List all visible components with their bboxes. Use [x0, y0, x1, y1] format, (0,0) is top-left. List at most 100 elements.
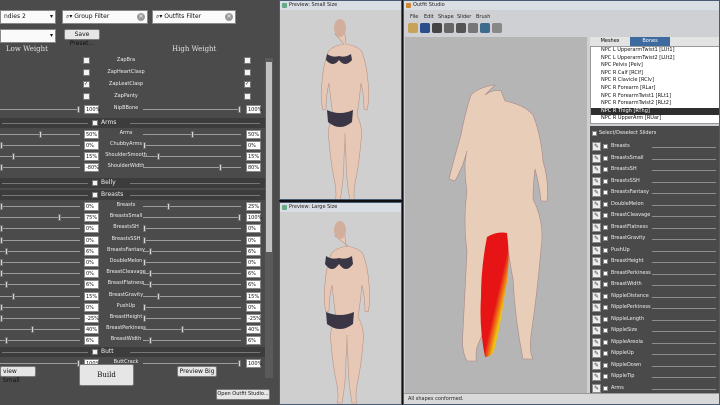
bone-item[interactable]: NPC R ForearmTwist1 [RLt1] [591, 93, 719, 101]
slider-checkbox[interactable] [603, 167, 608, 172]
high-value[interactable]: 100% [246, 105, 262, 114]
slider-checkbox[interactable] [603, 374, 608, 379]
high-value[interactable]: 0% [246, 258, 261, 267]
high-slider-thumb[interactable] [181, 326, 184, 334]
menu-shape[interactable]: Shape [438, 14, 454, 20]
edit-slider-icon[interactable]: ✎ [592, 268, 601, 278]
low-slider-track[interactable] [0, 145, 80, 146]
slider-track[interactable] [652, 296, 716, 298]
high-slider-track[interactable] [143, 306, 241, 308]
high-value[interactable]: 100% [246, 213, 262, 223]
high-slider-track[interactable] [143, 228, 241, 230]
slider-track[interactable] [652, 193, 716, 194]
low-zap-checkbox[interactable] [83, 57, 90, 64]
high-slider-thumb[interactable] [219, 164, 222, 171]
high-value[interactable]: 0% [246, 141, 261, 150]
bone-item[interactable]: NPC R Calf [RClf] [591, 70, 719, 78]
category-butt[interactable]: Butt [0, 346, 270, 357]
slider-checkbox[interactable] [603, 190, 608, 195]
category-checkbox[interactable] [92, 192, 98, 198]
slider-checkbox[interactable] [603, 247, 608, 253]
slider-track[interactable] [652, 308, 716, 309]
select-all-checkbox[interactable] [592, 131, 597, 136]
smooth-brush-icon[interactable] [468, 23, 478, 33]
slider-checkbox[interactable] [603, 224, 608, 230]
deflate-brush-icon[interactable] [444, 23, 454, 33]
slider-track[interactable] [652, 158, 716, 160]
high-slider-thumb[interactable] [148, 337, 152, 345]
high-value[interactable]: 6% [246, 280, 261, 290]
slider-track[interactable] [652, 342, 716, 344]
edit-slider-icon[interactable]: ✎ [592, 349, 601, 358]
category-belly[interactable]: Belly [0, 178, 270, 188]
low-slider-thumb[interactable] [30, 326, 34, 334]
high-slider-track[interactable] [143, 340, 241, 342]
low-slider-track[interactable] [0, 262, 80, 263]
high-slider-track[interactable] [143, 167, 241, 168]
high-slider-thumb[interactable] [143, 259, 146, 266]
edit-slider-icon[interactable]: ✎ [592, 291, 601, 301]
high-slider-thumb[interactable] [238, 359, 241, 367]
group-filter-input[interactable]: ⌕▾ Group Filter × [62, 10, 148, 24]
slider-track[interactable] [652, 354, 716, 355]
move-brush-icon[interactable] [456, 23, 466, 33]
high-slider-thumb[interactable] [166, 203, 170, 210]
slider-track[interactable] [652, 273, 716, 275]
category-checkbox[interactable] [92, 120, 98, 126]
outfits-filter-input[interactable]: ⌕▾ Outfits Filter × [152, 10, 236, 24]
body-model-large[interactable] [280, 212, 401, 404]
bone-item[interactable]: NPC R UpperArm [RUar] [591, 115, 719, 123]
3d-viewport[interactable] [405, 37, 587, 393]
edit-slider-icon[interactable]: ✎ [592, 245, 601, 255]
high-value[interactable]: 15% [246, 291, 261, 301]
slider-track[interactable] [652, 319, 716, 321]
high-slider-track[interactable] [143, 145, 241, 146]
low-slider-thumb[interactable] [0, 315, 3, 322]
edit-slider-icon[interactable]: ✎ [592, 199, 601, 209]
low-slider-track[interactable] [0, 228, 80, 230]
menu-edit[interactable]: Edit [424, 14, 434, 20]
bone-item[interactable]: NPC Pelvis [Pelv] [591, 62, 719, 70]
high-slider-thumb[interactable] [190, 131, 194, 138]
tab-meshes[interactable]: Meshes [590, 37, 630, 46]
slider-track[interactable] [652, 331, 716, 332]
high-value[interactable]: 15% [246, 152, 261, 161]
bone-item[interactable]: NPC L UpperarmTwist2 [LUt2] [591, 55, 719, 63]
low-slider-thumb[interactable] [0, 236, 3, 244]
slider-checkbox[interactable] [603, 144, 608, 149]
slider-checkbox[interactable] [603, 293, 608, 299]
slider-checkbox[interactable] [603, 155, 608, 161]
low-slider-thumb[interactable] [0, 303, 3, 311]
high-slider-thumb[interactable] [238, 106, 241, 113]
high-slider-track[interactable] [143, 318, 241, 319]
low-zap-checkbox[interactable] [83, 69, 90, 76]
high-slider-thumb[interactable] [143, 236, 146, 244]
slider-checkbox[interactable] [603, 362, 608, 368]
low-slider-track[interactable] [0, 284, 80, 286]
body-model-small[interactable] [280, 10, 401, 200]
low-slider-thumb[interactable] [0, 225, 3, 233]
high-value[interactable]: 0% [246, 235, 261, 245]
open-outfit-studio-button[interactable]: Open Outfit Studio... [216, 389, 270, 400]
high-value[interactable]: 6% [246, 269, 261, 279]
high-slider-thumb[interactable] [143, 142, 146, 149]
high-slider-thumb[interactable] [148, 247, 152, 255]
low-slider-thumb[interactable] [11, 292, 15, 300]
select-tool-icon[interactable] [408, 23, 418, 33]
low-slider-track[interactable] [0, 167, 80, 168]
save-preset-button[interactable]: Save Preset... [64, 29, 100, 47]
low-slider-thumb[interactable] [38, 131, 42, 138]
high-slider-track[interactable] [143, 329, 241, 331]
high-slider-thumb[interactable] [143, 225, 146, 233]
high-slider-thumb[interactable] [143, 303, 146, 311]
low-slider-track[interactable] [0, 273, 80, 275]
scrollbar[interactable] [265, 58, 273, 378]
low-slider-track[interactable] [0, 217, 80, 219]
low-zap-checkbox[interactable]: ✓ [83, 81, 90, 88]
low-slider-thumb[interactable] [0, 270, 3, 278]
inflate-brush-icon[interactable] [432, 23, 442, 33]
slider-track[interactable] [652, 216, 716, 217]
slider-track[interactable] [652, 239, 716, 240]
edit-slider-icon[interactable]: ✎ [592, 303, 601, 312]
slider-checkbox[interactable] [603, 201, 608, 207]
